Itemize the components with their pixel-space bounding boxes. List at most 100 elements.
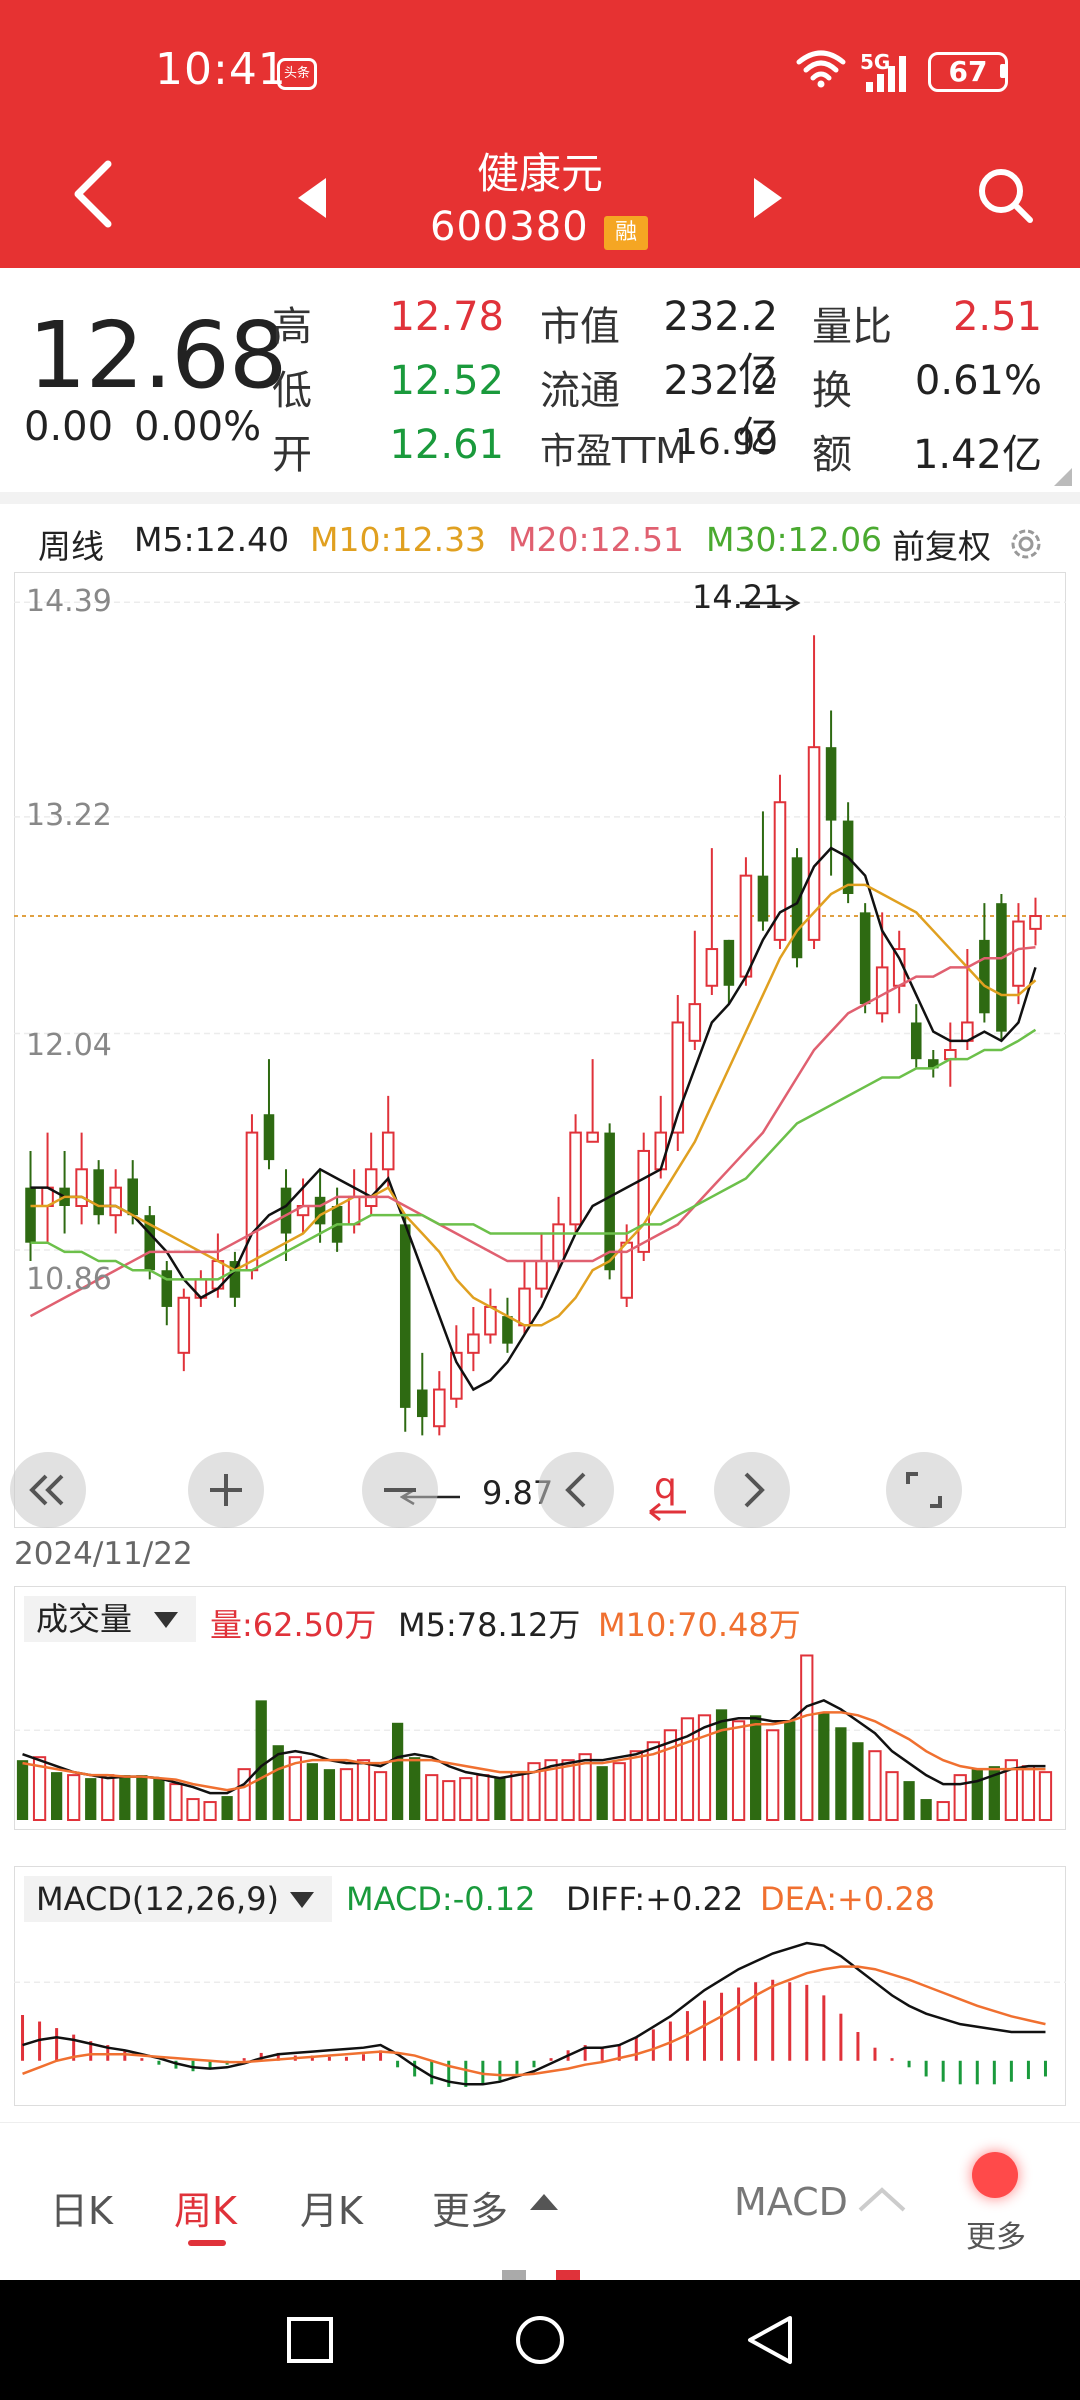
candle-up bbox=[688, 1003, 702, 1042]
signal-icon bbox=[866, 56, 906, 92]
volume-bar-down bbox=[391, 1722, 404, 1820]
chevron-right-icon bbox=[744, 1472, 765, 1508]
ma5-value: M5:12.40 bbox=[134, 520, 290, 559]
volume-bar-up bbox=[203, 1801, 217, 1821]
ma10-value: M10:12.33 bbox=[310, 520, 487, 559]
volume-bar-down bbox=[409, 1757, 421, 1820]
pe-value: 16.99 bbox=[674, 422, 778, 463]
volume-bar-up bbox=[936, 1801, 950, 1821]
low-value: 12.52 bbox=[389, 358, 504, 404]
volume-bar-up bbox=[186, 1798, 200, 1821]
tab-month-k[interactable]: 月K bbox=[300, 2180, 363, 2235]
tab-indicator-macd[interactable]: MACD bbox=[734, 2180, 848, 2224]
volume-bar-up bbox=[169, 1783, 183, 1822]
volume-chart[interactable] bbox=[14, 1586, 1066, 1830]
y-tick-4: 10.86 bbox=[26, 1262, 112, 1297]
volume-bar-up bbox=[612, 1762, 626, 1822]
volume-bar-up bbox=[459, 1777, 473, 1821]
expand-corner-icon[interactable] bbox=[1054, 468, 1072, 486]
candle-up bbox=[654, 1131, 668, 1171]
volume-bar-up bbox=[442, 1780, 456, 1821]
candle-up bbox=[177, 1296, 191, 1354]
volume-bar-down bbox=[852, 1742, 864, 1820]
fullscreen-icon bbox=[906, 1472, 942, 1508]
volume-bar-up bbox=[697, 1714, 712, 1822]
candle-up bbox=[75, 1168, 88, 1208]
chevron-left-icon bbox=[565, 1472, 586, 1508]
macd-chart[interactable] bbox=[14, 1866, 1066, 2106]
recent-apps-icon[interactable] bbox=[286, 2316, 334, 2364]
volume-bar-down bbox=[784, 1721, 796, 1820]
price-change: 0.00 bbox=[24, 404, 114, 450]
wifi-icon bbox=[796, 50, 846, 88]
volume-bar-up bbox=[800, 1654, 814, 1822]
candle-down bbox=[604, 1132, 615, 1271]
candle-up bbox=[586, 1131, 599, 1143]
candle-up bbox=[364, 1168, 378, 1208]
active-tab-indicator bbox=[188, 2240, 226, 2246]
candle-up bbox=[433, 1388, 446, 1428]
toutiao-icon: 头条 bbox=[277, 58, 317, 90]
volume-bar-up bbox=[766, 1729, 780, 1821]
period-label[interactable]: 周线 bbox=[38, 520, 104, 568]
y-tick-2: 13.22 bbox=[26, 798, 112, 833]
volume-bar-up bbox=[629, 1750, 643, 1821]
volume-bar-down bbox=[16, 1760, 29, 1820]
amount-label: 额 bbox=[812, 432, 852, 478]
caret-up-icon bbox=[530, 2194, 558, 2210]
volume-bar-down bbox=[750, 1715, 762, 1820]
volume-bar-up bbox=[237, 1768, 251, 1821]
volume-bar-up bbox=[373, 1771, 388, 1821]
home-icon[interactable] bbox=[514, 2314, 566, 2366]
low-label: 低 bbox=[272, 368, 312, 414]
amount-value: 1.42亿 bbox=[912, 432, 1042, 478]
turnover-label: 换 bbox=[812, 368, 852, 414]
candle-down bbox=[161, 1270, 173, 1307]
more-label[interactable]: 更多 bbox=[966, 2212, 1026, 2256]
candle-up bbox=[944, 1049, 957, 1061]
candle-up bbox=[552, 1223, 565, 1263]
kline-chart[interactable] bbox=[14, 572, 1066, 1528]
candle-down bbox=[417, 1389, 428, 1418]
candle-down bbox=[996, 903, 1007, 1032]
gear-icon[interactable] bbox=[1006, 524, 1046, 564]
quote-divider bbox=[0, 492, 1080, 504]
volume-bar-down bbox=[85, 1778, 97, 1820]
candle-up bbox=[109, 1186, 122, 1217]
reset-icon[interactable]: q bbox=[646, 1466, 690, 1524]
candle-down bbox=[280, 1187, 292, 1234]
candle-up bbox=[1029, 915, 1042, 930]
margin-badge: 融 bbox=[604, 216, 648, 250]
tab-day-k[interactable]: 日K bbox=[50, 2180, 113, 2235]
candle-down bbox=[979, 939, 990, 1014]
candle-down bbox=[723, 939, 735, 986]
tab-more[interactable]: 更多 bbox=[432, 2180, 508, 2235]
volume-bar-down bbox=[136, 1775, 148, 1820]
volume-bar-down bbox=[835, 1727, 847, 1820]
more-dot-icon[interactable] bbox=[972, 2152, 1018, 2198]
candle-up bbox=[637, 1149, 650, 1253]
candle-down bbox=[399, 1224, 411, 1408]
volume-bar-up bbox=[561, 1759, 575, 1822]
volume-bar-down bbox=[119, 1775, 131, 1820]
volume-bar-up bbox=[868, 1750, 882, 1821]
candle-down bbox=[93, 1169, 104, 1216]
volume-bar-down bbox=[971, 1769, 983, 1820]
candle-down bbox=[859, 912, 871, 1005]
volume-bar-up bbox=[339, 1768, 354, 1821]
candle-up bbox=[535, 1260, 548, 1290]
ma-line-m10 bbox=[30, 883, 1037, 1327]
volume-bar-down bbox=[903, 1781, 915, 1820]
candle-down bbox=[263, 1114, 275, 1161]
battery-icon: 67 bbox=[928, 52, 1008, 92]
candle-down bbox=[757, 875, 769, 922]
tab-week-k[interactable]: 周K bbox=[174, 2180, 237, 2235]
y-tick-1: 14.39 bbox=[26, 584, 112, 619]
volume-bar-down bbox=[494, 1778, 506, 1820]
date-label: 2024/11/22 bbox=[14, 1536, 193, 1572]
candle-down bbox=[910, 1022, 922, 1060]
open-label: 开 bbox=[272, 432, 312, 478]
ma20-value: M20:12.51 bbox=[508, 520, 685, 559]
adjust-mode[interactable]: 前复权 bbox=[892, 520, 991, 568]
back-nav-icon[interactable] bbox=[746, 2314, 794, 2366]
